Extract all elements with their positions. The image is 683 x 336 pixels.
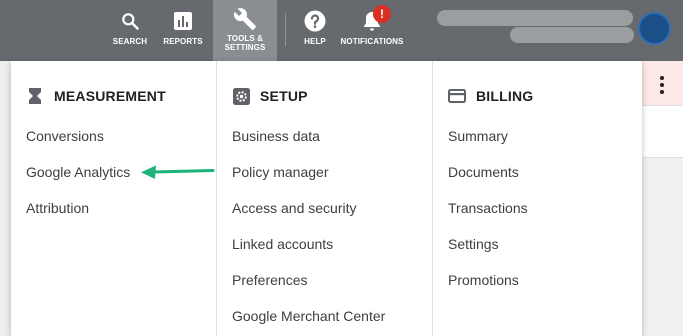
wrench-icon: [233, 8, 257, 30]
account-name-redacted: [437, 10, 633, 26]
credit-card-icon: [448, 87, 466, 105]
measurement-heading-text: MEASUREMENT: [54, 88, 166, 104]
menu-item-google-analytics[interactable]: Google Analytics: [26, 163, 130, 199]
measurement-items: Conversions Google Analytics Attribution: [26, 127, 130, 235]
menu-item-documents[interactable]: Documents: [448, 163, 528, 199]
more-options-icon[interactable]: [658, 76, 666, 96]
menu-item-settings[interactable]: Settings: [448, 235, 528, 271]
menu-item-transactions[interactable]: Transactions: [448, 199, 528, 235]
tools-settings-label: TOOLS & SETTINGS: [225, 34, 266, 52]
avatar[interactable]: [638, 12, 671, 45]
settings-box-icon: [232, 87, 250, 105]
menu-item-linked-accounts[interactable]: Linked accounts: [232, 235, 385, 271]
menu-item-google-merchant-center[interactable]: Google Merchant Center: [232, 307, 385, 336]
menu-item-promotions[interactable]: Promotions: [448, 271, 528, 307]
notifications-label: NOTIFICATIONS: [340, 37, 404, 46]
help-icon: [304, 10, 326, 32]
search-label: SEARCH: [112, 37, 148, 46]
help-label: HELP: [304, 37, 326, 46]
setup-heading-text: SETUP: [260, 88, 308, 104]
account-id-redacted: [510, 27, 634, 43]
setup-items: Business data Policy manager Access and …: [232, 127, 385, 336]
notification-badge: !: [373, 5, 391, 23]
menu-item-attribution[interactable]: Attribution: [26, 199, 130, 235]
measurement-heading: MEASUREMENT: [26, 86, 166, 106]
reports-button[interactable]: REPORTS: [158, 0, 208, 61]
toolbar-divider: [285, 13, 286, 46]
menu-item-access-security[interactable]: Access and security: [232, 199, 385, 235]
search-button[interactable]: SEARCH: [108, 0, 152, 61]
tools-label-line2: SETTINGS: [224, 43, 266, 52]
billing-items: Summary Documents Transactions Settings …: [448, 127, 528, 307]
tools-label-line1: TOOLS &: [226, 34, 264, 43]
menu-item-policy-manager[interactable]: Policy manager: [232, 163, 385, 199]
menu-item-conversions[interactable]: Conversions: [26, 127, 130, 163]
hourglass-icon: [26, 87, 44, 105]
green-arrow-annotation: [141, 165, 215, 179]
reports-label: REPORTS: [163, 37, 203, 46]
billing-column: BILLING Summary Documents Transactions S…: [432, 61, 642, 336]
reports-icon: [173, 10, 193, 32]
setup-heading: SETUP: [232, 86, 308, 106]
tools-settings-button[interactable]: TOOLS & SETTINGS: [213, 0, 277, 61]
top-navigation-bar: SEARCH REPORTS TOOLS & SETTINGS HELP ! N…: [0, 0, 683, 61]
billing-heading-text: BILLING: [476, 88, 534, 104]
search-icon: [120, 10, 140, 32]
menu-item-preferences[interactable]: Preferences: [232, 271, 385, 307]
menu-item-business-data[interactable]: Business data: [232, 127, 385, 163]
billing-heading: BILLING: [448, 86, 533, 106]
setup-column: SETUP Business data Policy manager Acces…: [216, 61, 432, 336]
menu-item-summary[interactable]: Summary: [448, 127, 528, 163]
notifications-button[interactable]: ! NOTIFICATIONS: [340, 0, 404, 61]
help-button[interactable]: HELP: [297, 0, 333, 61]
tools-settings-menu: MEASUREMENT Conversions Google Analytics…: [11, 61, 642, 336]
measurement-column: MEASUREMENT Conversions Google Analytics…: [11, 61, 216, 336]
page-content-card: [642, 106, 683, 158]
